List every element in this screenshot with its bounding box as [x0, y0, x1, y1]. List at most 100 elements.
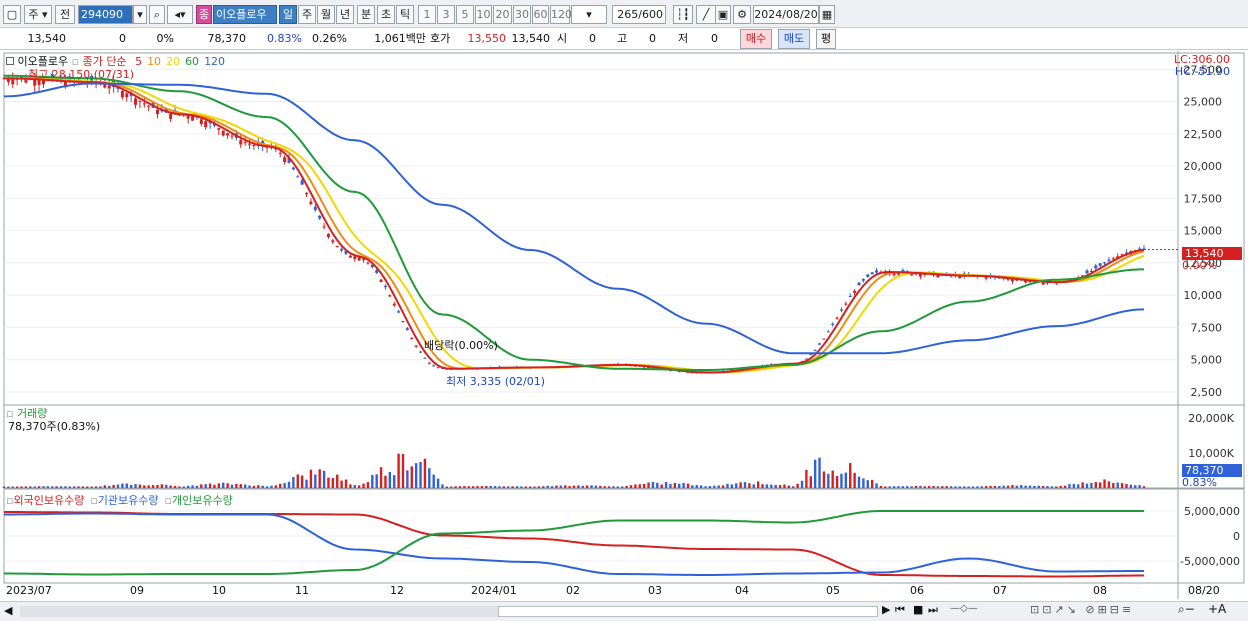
volume-bar	[923, 486, 926, 488]
ma20-line	[4, 77, 1145, 374]
scroll-bar[interactable]: ◀ ▶ ⏮ ■ ⏭ —◇— ⊡⊡↗↘ ⊘⊞⊟≡ ⌕− +A	[0, 601, 1248, 621]
interval-button-3[interactable]: 10	[475, 5, 492, 24]
volume-bar	[761, 484, 764, 488]
interval-button-4[interactable]: 20	[493, 5, 512, 24]
scroll-right-icon[interactable]: ▶	[882, 603, 890, 616]
prev-button[interactable]: 전	[55, 5, 75, 24]
volume-bar	[980, 486, 983, 488]
candle-body	[436, 367, 440, 369]
candle-body	[419, 351, 423, 353]
interval-button-0[interactable]: 1	[418, 5, 436, 24]
volume-bar	[1125, 483, 1128, 488]
current-price: 13,540	[27, 32, 67, 45]
period-tab-6[interactable]: 틱	[396, 5, 414, 24]
interval-button-6[interactable]: 60	[532, 5, 549, 24]
volume-bar	[555, 485, 558, 488]
volume-bar	[572, 485, 576, 488]
candle-body	[221, 130, 225, 136]
period-tab-5[interactable]: 초	[377, 5, 395, 24]
interval-dropdown[interactable]: ▾	[571, 5, 607, 24]
scroll-last-icon[interactable]: ⏭	[928, 603, 938, 617]
chart-area[interactable]: 27,500 25,000 22,500 20,000 17,500 15,000 12,5…	[0, 51, 1248, 601]
candle-body	[291, 167, 295, 170]
window-icon[interactable]: ▢	[3, 5, 21, 24]
candle-body	[835, 317, 839, 319]
market-select[interactable]: 주 ▾	[24, 5, 52, 24]
sound-icon[interactable]: ◂▾	[167, 5, 193, 24]
volume-bar	[186, 485, 190, 488]
holding-line-1	[4, 512, 1144, 576]
volume-bar	[112, 484, 115, 488]
interval-button-2[interactable]: 5	[456, 5, 474, 24]
volume-bar	[1134, 485, 1137, 488]
volume-bar	[191, 485, 194, 488]
draw-icon[interactable]: ╱	[696, 5, 716, 24]
search-icon[interactable]: ⌕	[149, 5, 165, 24]
average-button[interactable]: 평	[816, 29, 836, 49]
stock-name[interactable]: 이오플로우	[213, 5, 277, 24]
volume-bar	[357, 485, 361, 488]
sell-button[interactable]: 매도	[778, 29, 810, 49]
scroll-left-icon[interactable]: ◀	[4, 604, 12, 617]
zoom-out-icon[interactable]: ⌕−	[1178, 602, 1195, 617]
interval-button-1[interactable]: 3	[437, 5, 455, 24]
x-axis-label-11: 07	[993, 584, 1007, 597]
chart-svg[interactable]: 27,50025,00022,50020,00017,50015,00012,5…	[0, 51, 1248, 601]
gear-icon[interactable]: ⚙	[733, 5, 751, 24]
stop-icon[interactable]: ■	[913, 603, 923, 616]
code-dropdown-icon[interactable]: ▾	[133, 5, 147, 24]
volume-bar	[243, 484, 247, 488]
volume-bar	[11, 486, 14, 488]
candle-body	[427, 362, 431, 364]
low-note: 최저 3,335 (02/01)	[446, 375, 546, 388]
volume-bar	[1063, 485, 1067, 488]
volume-bar	[542, 486, 545, 488]
volume-bar	[318, 469, 321, 488]
volume-bar	[222, 482, 225, 488]
candle-body	[392, 303, 396, 306]
volume-bar	[336, 474, 339, 488]
candle-body	[243, 142, 247, 144]
volume-bar	[200, 484, 203, 488]
period-tab-1[interactable]: 주	[298, 5, 316, 24]
volume-bar	[699, 485, 703, 488]
volume-bar	[493, 486, 497, 488]
volume-bar	[29, 486, 32, 488]
holding-tick-label: -5,000,000	[1180, 555, 1240, 568]
volume-bar	[805, 469, 808, 488]
save-icon[interactable]: ▣	[715, 5, 731, 24]
volume-bar	[616, 486, 620, 488]
zoom-in-icon[interactable]: +A	[1208, 602, 1226, 616]
interval-button-7[interactable]: 120	[550, 5, 572, 24]
interval-button-5[interactable]: 30	[513, 5, 531, 24]
volume-bar	[533, 486, 536, 488]
buy-button[interactable]: 매수	[740, 29, 772, 49]
zoom-slider-icon[interactable]: —◇—	[950, 603, 978, 614]
scroll-thumb[interactable]	[498, 606, 878, 617]
volume-bar	[283, 483, 286, 488]
count-field[interactable]: 265/600	[612, 5, 666, 24]
calendar-icon[interactable]: ▦	[819, 5, 835, 24]
volume-bar	[375, 474, 378, 488]
stock-code-input[interactable]: 294090	[78, 5, 133, 24]
candle-body	[401, 321, 405, 323]
x-axis-label-0: 2023/07	[6, 584, 52, 597]
scroll-first-icon[interactable]: ⏮	[895, 603, 905, 617]
period-tab-2[interactable]: 월	[317, 5, 335, 24]
price-tick-label: 17,500	[1184, 192, 1223, 205]
volume-bar	[165, 484, 168, 488]
candle-body	[353, 256, 357, 259]
period-tab-3[interactable]: 년	[336, 5, 354, 24]
drawing-tools-icon[interactable]: ⊡⊡↗↘ ⊘⊞⊟≡	[1030, 603, 1134, 616]
volume-bar	[1033, 485, 1036, 488]
scroll-track[interactable]	[20, 606, 498, 617]
period-tab-0[interactable]: 일	[279, 5, 297, 24]
volume-bar	[24, 486, 28, 488]
dividend-note: 배당락(0.00%)	[424, 339, 498, 352]
candle-icon[interactable]: ┆┇	[673, 5, 693, 24]
volume-bar	[406, 470, 409, 488]
period-tab-4[interactable]: 분	[357, 5, 375, 24]
volume-bar	[103, 485, 107, 488]
date-field[interactable]: 2024/08/20	[753, 5, 819, 24]
volume-bar	[511, 486, 514, 488]
